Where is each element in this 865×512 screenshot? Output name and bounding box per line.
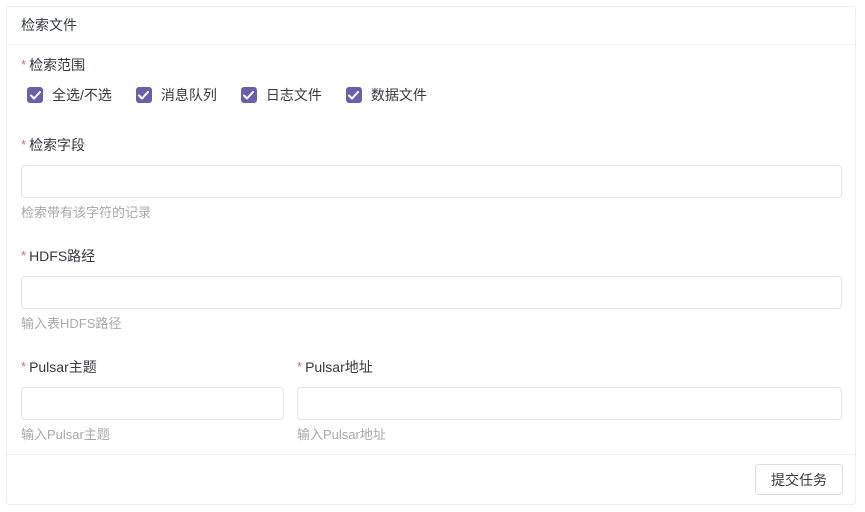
checkbox-box bbox=[136, 87, 152, 103]
checkbox-box bbox=[346, 87, 362, 103]
hdfs-path-label: *HDFS路经 bbox=[21, 246, 842, 267]
required-asterisk: * bbox=[21, 135, 26, 155]
hdfs-path-input[interactable] bbox=[21, 276, 842, 309]
check-icon bbox=[348, 91, 359, 100]
form-item-pulsar-topic: *Pulsar主题 输入Pulsar主题 bbox=[21, 357, 284, 444]
required-asterisk: * bbox=[21, 55, 26, 75]
search-field-label: *检索字段 bbox=[21, 135, 842, 156]
panel-title: 检索文件 bbox=[21, 17, 77, 33]
search-field-input[interactable] bbox=[21, 165, 842, 198]
form-item-hdfs-path: *HDFS路经 输入表HDFS路径 bbox=[21, 246, 842, 333]
required-asterisk: * bbox=[21, 357, 26, 377]
check-icon bbox=[243, 91, 254, 100]
required-asterisk: * bbox=[297, 357, 302, 377]
checkbox-label: 全选/不选 bbox=[52, 85, 112, 105]
search-files-panel: 检索文件 *检索范围 全选/不选 消息队列 bbox=[6, 6, 856, 505]
pulsar-topic-hint: 输入Pulsar主题 bbox=[21, 426, 284, 444]
pulsar-address-input[interactable] bbox=[297, 387, 842, 420]
checkbox-label: 消息队列 bbox=[161, 85, 217, 105]
form-item-search-field: *检索字段 检索带有该字符的记录 bbox=[21, 135, 842, 222]
checkbox-box bbox=[27, 87, 43, 103]
pulsar-address-hint: 输入Pulsar地址 bbox=[297, 426, 842, 444]
pulsar-topic-input[interactable] bbox=[21, 387, 284, 420]
required-asterisk: * bbox=[21, 246, 26, 266]
pulsar-address-label: *Pulsar地址 bbox=[297, 357, 842, 378]
panel-footer: 提交任务 bbox=[7, 454, 855, 504]
search-scope-checkbox-group: 全选/不选 消息队列 日志文件 bbox=[21, 85, 842, 105]
checkbox-data-files[interactable]: 数据文件 bbox=[346, 85, 427, 105]
checkbox-box bbox=[241, 87, 257, 103]
panel-body: *检索范围 全选/不选 消息队列 bbox=[7, 45, 855, 454]
checkbox-message-queue[interactable]: 消息队列 bbox=[136, 85, 217, 105]
check-icon bbox=[138, 91, 149, 100]
checkbox-label: 日志文件 bbox=[266, 85, 322, 105]
submit-task-button[interactable]: 提交任务 bbox=[755, 464, 843, 495]
hdfs-path-hint: 输入表HDFS路径 bbox=[21, 315, 842, 333]
search-scope-label: *检索范围 bbox=[21, 55, 842, 76]
form-item-pulsar-address: *Pulsar地址 输入Pulsar地址 bbox=[297, 357, 842, 444]
checkbox-log-files[interactable]: 日志文件 bbox=[241, 85, 322, 105]
panel-header: 检索文件 bbox=[7, 7, 855, 45]
checkbox-select-all[interactable]: 全选/不选 bbox=[27, 85, 112, 105]
pulsar-topic-label: *Pulsar主题 bbox=[21, 357, 284, 378]
check-icon bbox=[30, 91, 41, 100]
search-field-hint: 检索带有该字符的记录 bbox=[21, 204, 842, 222]
checkbox-label: 数据文件 bbox=[371, 85, 427, 105]
pulsar-row: *Pulsar主题 输入Pulsar主题 *Pulsar地址 输入Pulsar地… bbox=[21, 357, 842, 444]
form-item-search-scope: *检索范围 全选/不选 消息队列 bbox=[21, 55, 842, 105]
